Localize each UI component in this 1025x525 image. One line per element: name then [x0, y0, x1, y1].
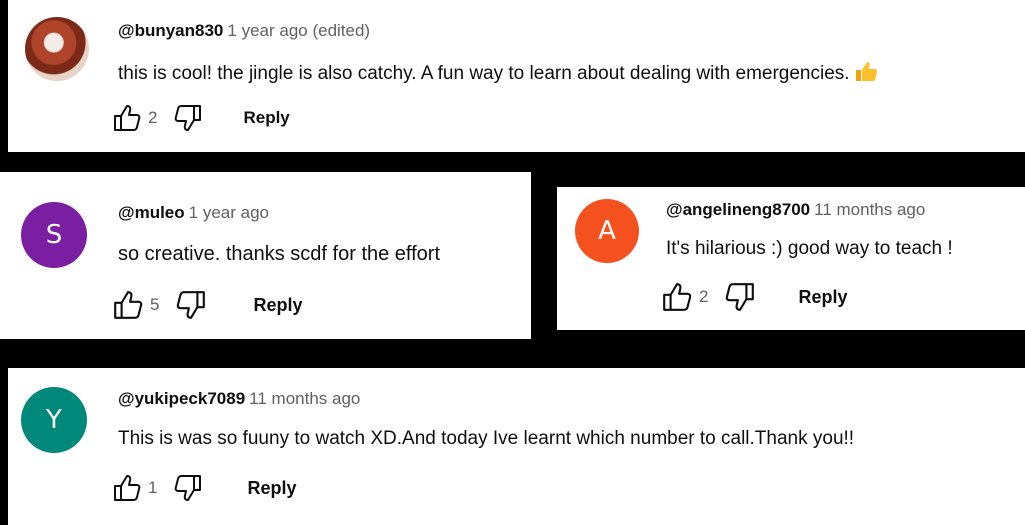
comment-text: This is was so fuuny to watch XD.And tod… — [118, 428, 855, 449]
comment-card-bunyan830: @bunyan830 1 year ago (edited) this is co… — [8, 0, 1025, 152]
comment-header: @yukipeck7089 11 months ago — [118, 389, 360, 409]
like-icon[interactable] — [112, 103, 142, 133]
author-handle[interactable]: @angelineng8700 — [666, 200, 810, 219]
dislike-icon[interactable] — [173, 103, 203, 133]
comment-card-yukipeck7089: Y @yukipeck7089 11 months ago This is was… — [8, 368, 1025, 525]
comment-text: It's hilarious :) good way to teach ! — [666, 238, 953, 259]
author-handle[interactable]: @bunyan830 — [118, 21, 223, 40]
comment-text: this is cool! the jingle is also catchy.… — [118, 60, 878, 88]
comment-timestamp[interactable]: 1 year ago — [189, 203, 269, 222]
like-icon[interactable] — [661, 281, 693, 313]
reply-button[interactable]: Reply — [253, 295, 302, 316]
like-icon[interactable] — [112, 473, 142, 503]
dislike-icon[interactable] — [173, 473, 203, 503]
avatar[interactable]: A — [575, 199, 639, 263]
author-handle[interactable]: @muleo — [118, 203, 185, 222]
comment-actions: 2 Reply — [112, 103, 290, 133]
comment-timestamp[interactable]: 1 year ago (edited) — [227, 21, 370, 40]
comment-header: @angelineng8700 11 months ago — [666, 200, 925, 220]
like-count: 5 — [150, 295, 160, 314]
avatar[interactable] — [25, 17, 89, 81]
avatar[interactable]: S — [21, 202, 87, 268]
dislike-icon[interactable] — [175, 289, 207, 321]
like-count: 2 — [699, 287, 709, 306]
avatar[interactable]: Y — [21, 387, 87, 453]
thumbs-up-emoji-icon — [854, 60, 878, 88]
comment-card-angelineng8700: A @angelineng8700 11 months ago It's hila… — [557, 187, 1025, 330]
comment-timestamp[interactable]: 11 months ago — [249, 389, 360, 408]
avatar-initial: S — [45, 220, 63, 250]
comment-actions: 1 Reply — [112, 473, 297, 503]
comment-actions: 5 Reply — [112, 289, 303, 321]
reply-button[interactable]: Reply — [243, 108, 289, 128]
comment-card-muleo: S @muleo 1 year ago so creative. thanks s… — [0, 172, 531, 339]
like-icon[interactable] — [112, 289, 144, 321]
comment-actions: 2 Reply — [661, 281, 848, 313]
like-count: 2 — [148, 108, 158, 127]
author-handle[interactable]: @yukipeck7089 — [118, 389, 245, 408]
avatar-initial: Y — [46, 405, 62, 435]
reply-button[interactable]: Reply — [247, 478, 296, 499]
reply-button[interactable]: Reply — [798, 287, 847, 308]
like-count: 1 — [148, 478, 158, 497]
comment-text: so creative. thanks scdf for the effort — [118, 243, 441, 265]
comment-timestamp[interactable]: 11 months ago — [814, 200, 925, 219]
dislike-icon[interactable] — [724, 281, 756, 313]
comment-header: @muleo 1 year ago — [118, 203, 269, 223]
avatar-initial: A — [598, 216, 616, 246]
comment-header: @bunyan830 1 year ago (edited) — [118, 21, 370, 41]
